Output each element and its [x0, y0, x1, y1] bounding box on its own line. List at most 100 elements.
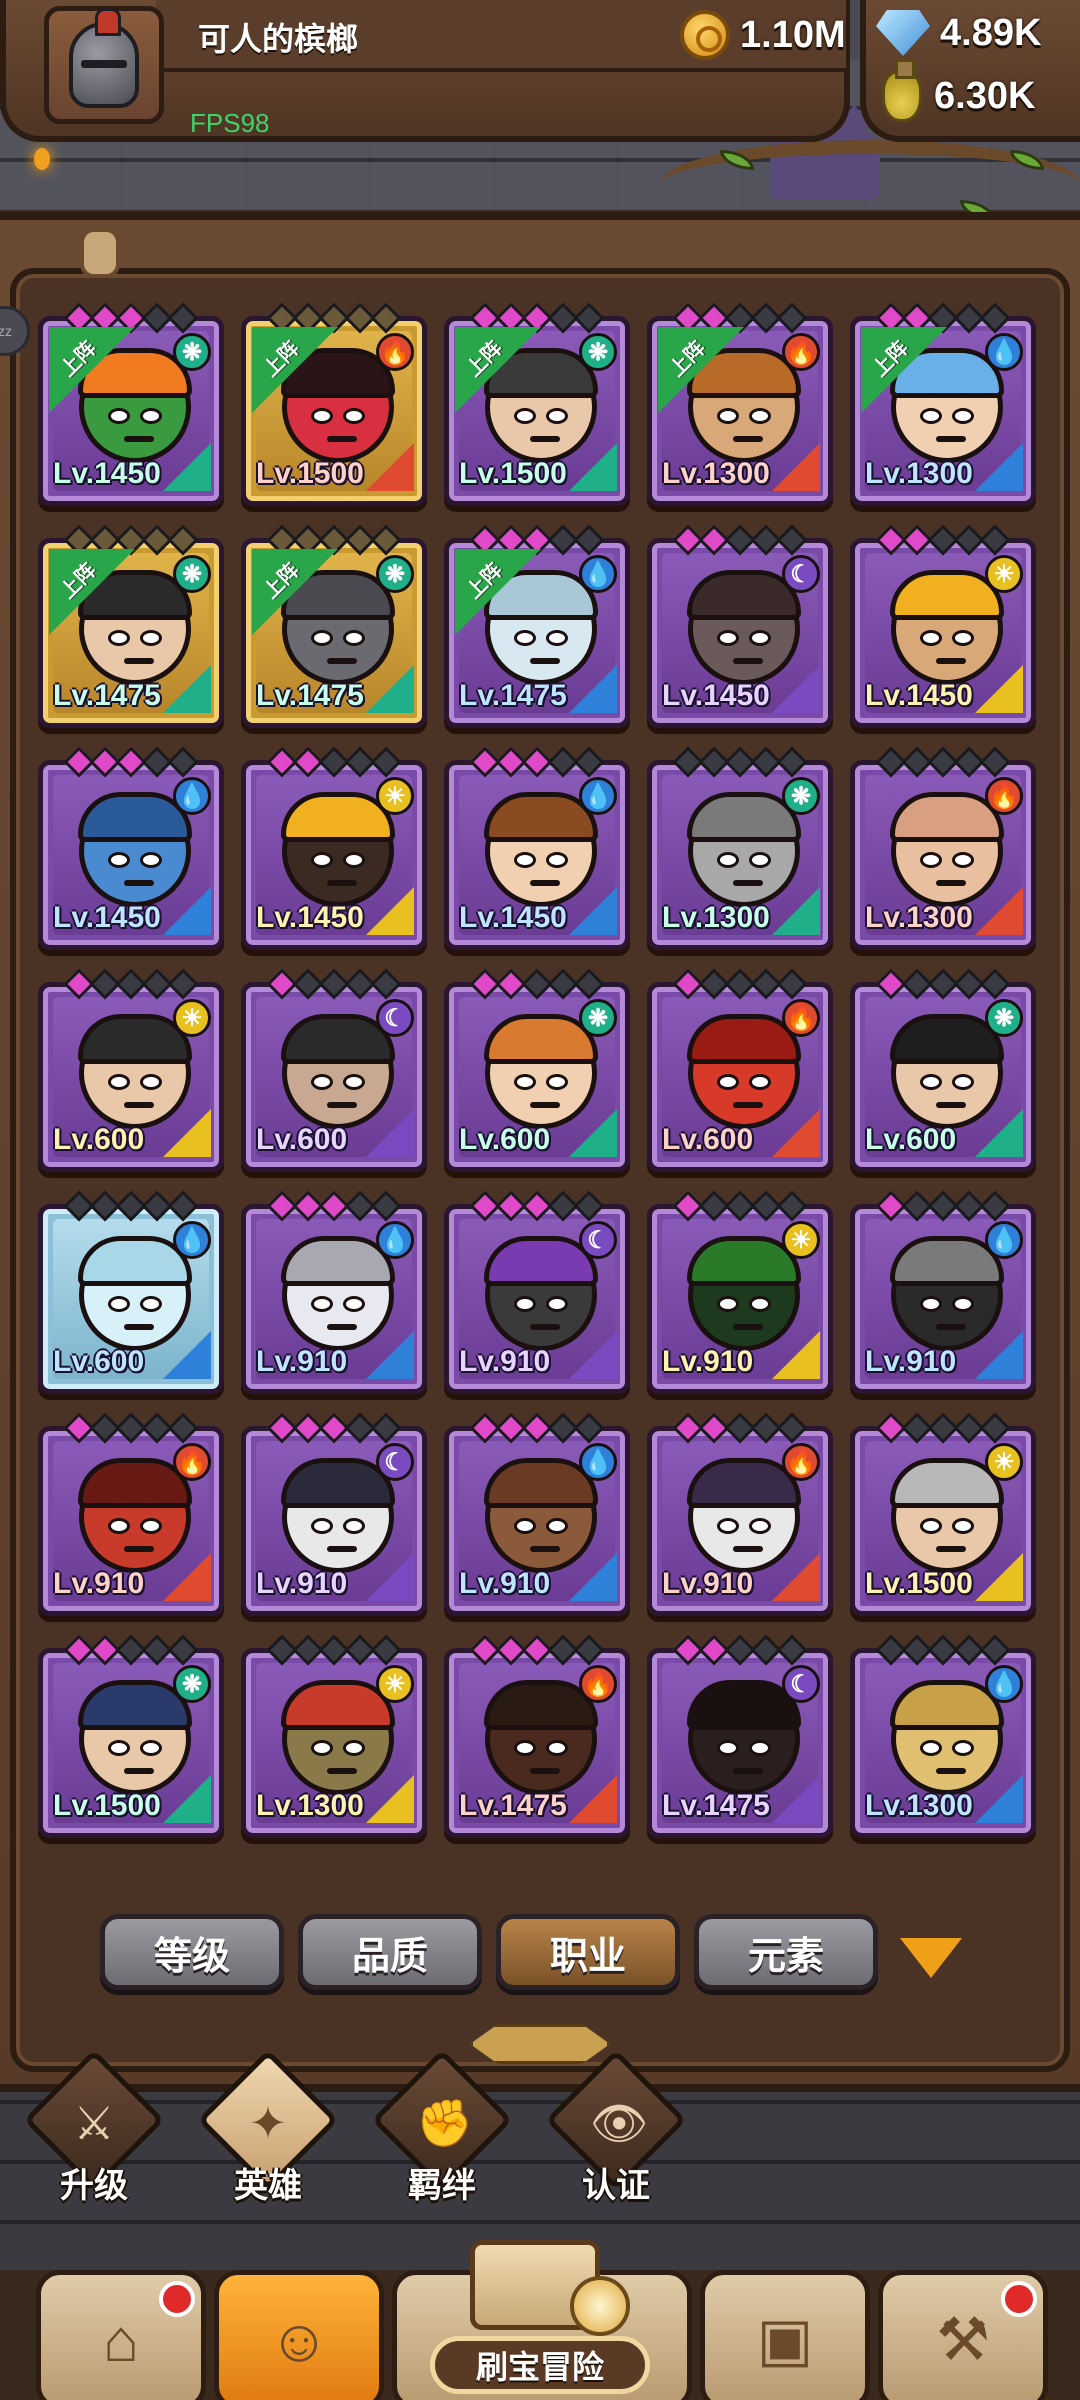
hero-eye [343, 1296, 365, 1312]
hero-level: Lv.1300 [256, 1789, 364, 1822]
hero-eye [546, 630, 568, 646]
player-avatar[interactable] [44, 6, 164, 124]
hero-eye [717, 852, 739, 868]
hero-card[interactable]: 上阵 🔥 Lv.1500 [241, 302, 427, 506]
hero-star-rank [672, 746, 808, 778]
hero-star-rank [63, 1190, 199, 1222]
hero-card[interactable]: ☀ Lv.600 [38, 968, 224, 1172]
hero-card[interactable]: ☾ Lv.910 [241, 1412, 427, 1616]
hero-star-rank [875, 968, 1011, 1000]
hero-card[interactable]: ☀ Lv.910 [647, 1190, 833, 1394]
hero-level: Lv.1475 [459, 1789, 567, 1822]
hero-level: Lv.600 [459, 1123, 551, 1156]
hero-card[interactable]: 💧 Lv.910 [241, 1190, 427, 1394]
hero-card[interactable]: ☀ Lv.1300 [241, 1634, 427, 1838]
adventure-label[interactable]: 刷宝冒险 [430, 2336, 650, 2394]
hero-mouth [124, 436, 154, 442]
hero-card[interactable]: ❋ Lv.600 [850, 968, 1036, 1172]
hero-card[interactable]: ☾ Lv.1450 [647, 524, 833, 728]
hero-card[interactable]: 💧 Lv.1300 [850, 1634, 1036, 1838]
rank-star-icon [573, 1412, 605, 1444]
hero-star-rank [672, 968, 808, 1000]
wind-element-icon: ❋ [782, 777, 820, 815]
fire-element-icon: 🔥 [782, 999, 820, 1037]
filter-tab[interactable]: 等级 [100, 1914, 284, 1990]
dark-element-icon: ☾ [376, 1443, 414, 1481]
hero-card[interactable]: 上阵 💧 Lv.1300 [850, 302, 1036, 506]
hero-card[interactable]: ☀ Lv.1450 [241, 746, 427, 950]
wind-element-icon: ❋ [173, 1665, 211, 1703]
hero-card[interactable]: 上阵 ❋ Lv.1450 [38, 302, 224, 506]
nav-bag-button[interactable]: ▣ [700, 2270, 870, 2400]
hero-card[interactable]: 💧 Lv.1450 [38, 746, 224, 950]
subnav-upgrade[interactable]: ⚔ 升级 [23, 2049, 165, 2220]
hero-star-rank [266, 302, 402, 334]
hero-card[interactable]: 上阵 💧 Lv.1475 [444, 524, 630, 728]
hero-card[interactable]: 💧 Lv.910 [444, 1412, 630, 1616]
hero-level: Lv.1300 [662, 901, 770, 934]
panel-ornament [470, 2024, 610, 2064]
hero-level: Lv.910 [459, 1567, 551, 1600]
hero-card[interactable]: 上阵 ❋ Lv.1500 [444, 302, 630, 506]
hero-star-rank [875, 746, 1011, 778]
hero-card[interactable]: ☾ Lv.600 [241, 968, 427, 1172]
hero-card[interactable]: 💧 Lv.910 [850, 1190, 1036, 1394]
rank-star-icon [167, 524, 199, 556]
hero-portrait [484, 348, 598, 463]
water-element-icon: 💧 [985, 333, 1023, 371]
hero-card[interactable]: 🔥 Lv.1475 [444, 1634, 630, 1838]
potion-counter[interactable]: 6.30K [882, 59, 1035, 122]
hero-card[interactable]: 🔥 Lv.910 [38, 1412, 224, 1616]
hero-star-rank [266, 968, 402, 1000]
gem-amount: 4.89K [940, 11, 1042, 54]
hero-card[interactable]: ❋ Lv.1500 [38, 1634, 224, 1838]
nav-forge-button[interactable]: ⚒ [878, 2270, 1048, 2400]
hero-mouth [327, 1102, 357, 1108]
subnav-heroes[interactable]: ✦ 英雄 [197, 2049, 339, 2220]
wind-element-icon: ❋ [579, 333, 617, 371]
hero-card[interactable]: 上阵 ❋ Lv.1475 [38, 524, 224, 728]
hero-card[interactable]: 🔥 Lv.910 [647, 1412, 833, 1616]
nav-shop-button[interactable]: ⌂ [36, 2270, 206, 2400]
hero-card[interactable]: ☾ Lv.910 [444, 1190, 630, 1394]
rank-star-icon [979, 302, 1011, 334]
hero-card[interactable]: 💧 Lv.1450 [444, 746, 630, 950]
hero-card[interactable]: ❋ Lv.1300 [647, 746, 833, 950]
hero-star-rank [63, 1634, 199, 1666]
gold-counter[interactable]: 1.10M [680, 10, 846, 60]
subnav-bond[interactable]: ✊ 羁绊 [371, 2049, 513, 2220]
hero-level: Lv.1500 [459, 457, 567, 490]
hero-card[interactable]: 🔥 Lv.600 [647, 968, 833, 1172]
filter-tab[interactable]: 元素 [694, 1914, 878, 1990]
subnav-certify[interactable]: 👁 认证 [545, 2049, 687, 2220]
hero-eye [140, 1074, 162, 1090]
hero-eye [546, 1074, 568, 1090]
hero-card[interactable]: 上阵 🔥 Lv.1300 [647, 302, 833, 506]
hero-level: Lv.910 [459, 1345, 551, 1378]
filter-tab[interactable]: 职业 [496, 1914, 680, 1990]
hero-eye [108, 408, 130, 424]
hero-card[interactable]: ☀ Lv.1450 [850, 524, 1036, 728]
gem-counter[interactable]: 4.89K [876, 10, 1041, 56]
rank-star-icon [776, 1190, 808, 1222]
water-element-icon: 💧 [579, 1443, 617, 1481]
hero-mouth [530, 436, 560, 442]
light-element-icon: ☀ [782, 1221, 820, 1259]
hero-card[interactable]: 🔥 Lv.1300 [850, 746, 1036, 950]
hero-card[interactable]: ☾ Lv.1475 [647, 1634, 833, 1838]
hero-card[interactable]: ☀ Lv.1500 [850, 1412, 1036, 1616]
nav-heroes-button[interactable]: ☺ [214, 2270, 384, 2400]
rank-star-icon [979, 524, 1011, 556]
hero-star-rank [469, 1634, 605, 1666]
fps-counter: FPS98 [190, 108, 270, 138]
hero-card[interactable]: 💧 Lv.600 [38, 1190, 224, 1394]
fire-element-icon: 🔥 [782, 333, 820, 371]
hero-eye [546, 1518, 568, 1534]
hero-portrait-icon: ☺ [268, 2306, 330, 2374]
filter-tab[interactable]: 品质 [298, 1914, 482, 1990]
hero-star-rank [672, 1634, 808, 1666]
hero-eye [343, 1518, 365, 1534]
hero-card[interactable]: 上阵 ❋ Lv.1475 [241, 524, 427, 728]
hero-level: Lv.1450 [53, 457, 161, 490]
hero-card[interactable]: ❋ Lv.600 [444, 968, 630, 1172]
